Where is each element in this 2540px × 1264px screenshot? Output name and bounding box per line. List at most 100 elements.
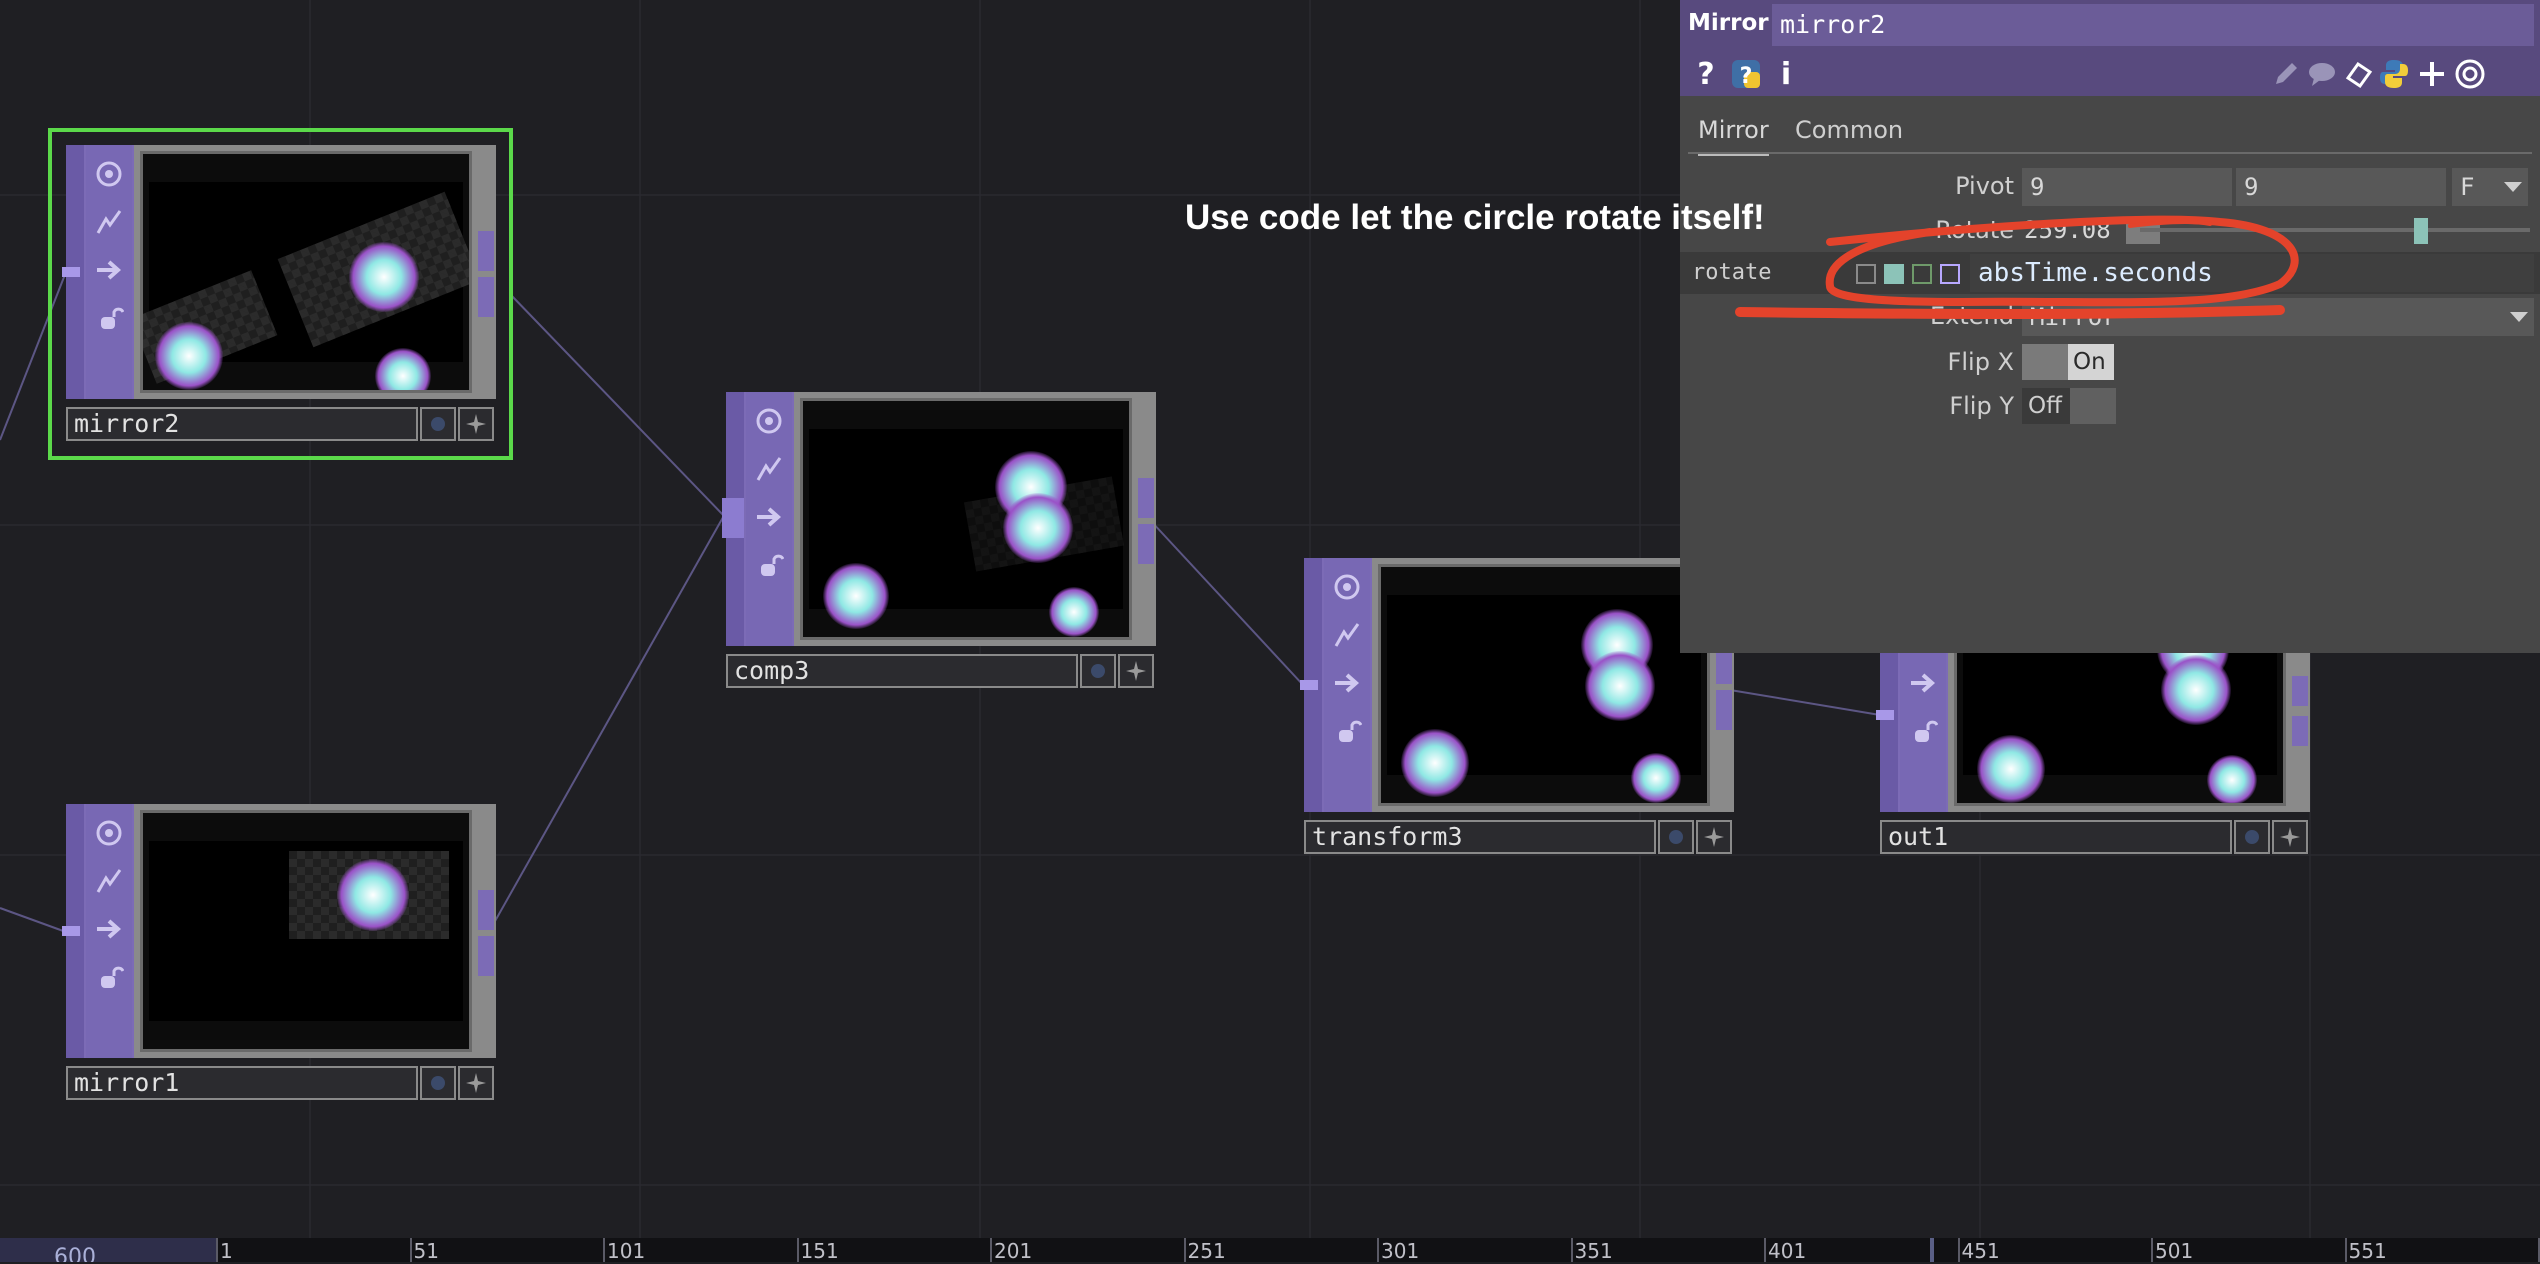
parameter-panel: Mirror mirror2 ? ? i Mirror Common Pivot… (1680, 0, 2540, 653)
viewer-icon[interactable] (88, 153, 130, 195)
lock-icon[interactable] (88, 297, 130, 339)
node-name[interactable]: comp3 (726, 654, 1078, 688)
pivot-y-field[interactable]: 9 (2236, 168, 2446, 206)
python-icon[interactable] (2376, 56, 2412, 92)
node-viewer (1378, 564, 1710, 806)
rotate-expression-label: rotate (1692, 260, 1772, 285)
node-name[interactable]: out1 (1880, 820, 2232, 854)
rotate-value[interactable]: 259.08 (2024, 214, 2124, 246)
export-arrow-icon[interactable] (88, 908, 130, 950)
clipboard-icon[interactable] (2340, 56, 2376, 92)
output-column (476, 804, 496, 1058)
cook-icon[interactable] (748, 448, 790, 490)
viewer-icon[interactable] (748, 400, 790, 442)
flip-y-toggle-track[interactable] (2070, 388, 2116, 424)
export-arrow-icon[interactable] (1902, 662, 1944, 704)
timeline-tick: 151 (796, 1238, 839, 1263)
export-arrow-icon[interactable] (88, 249, 130, 291)
output-connector[interactable] (1716, 690, 1732, 730)
viewer-target-icon[interactable] (2452, 56, 2488, 92)
input-connector[interactable] (722, 498, 744, 538)
render-flag-icon[interactable] (458, 407, 494, 441)
export-mode-icon[interactable] (1912, 264, 1932, 284)
export-arrow-icon[interactable] (748, 496, 790, 538)
node-viewer (140, 810, 472, 1052)
display-flag-dot[interactable] (1658, 820, 1694, 854)
render-flag-icon[interactable] (2272, 820, 2308, 854)
input-connector[interactable] (62, 267, 80, 277)
node-mirror1[interactable]: mirror1 (62, 804, 496, 1100)
tab-common[interactable]: Common (1795, 116, 1903, 152)
output-connector[interactable] (2292, 716, 2308, 746)
export-arrow-icon[interactable] (1326, 662, 1368, 704)
python-help-icon[interactable]: ? (1728, 56, 1764, 92)
lock-icon[interactable] (1326, 710, 1368, 752)
comment-icon[interactable] (2304, 56, 2340, 92)
panel-header: Mirror mirror2 (1680, 0, 2540, 52)
expression-mode-icon[interactable] (1884, 264, 1904, 284)
pivot-x-field[interactable]: 9 (2022, 168, 2232, 206)
pivot-unit-value: F (2460, 173, 2475, 201)
display-flag-dot[interactable] (420, 1066, 456, 1100)
add-icon[interactable] (2414, 56, 2450, 92)
node-name[interactable]: mirror2 (66, 407, 418, 441)
constant-mode-icon[interactable] (1856, 264, 1876, 284)
output-connector[interactable] (1138, 478, 1154, 518)
annotation-text: Use code let the circle rotate itself! (1185, 198, 1765, 237)
node-transform3[interactable]: transform3 (1300, 558, 1734, 854)
render-flag-icon[interactable] (1696, 820, 1732, 854)
tab-mirror[interactable]: Mirror (1698, 116, 1769, 156)
cook-icon[interactable] (88, 201, 130, 243)
node-name[interactable]: mirror1 (66, 1066, 418, 1100)
display-flag-dot[interactable] (2234, 820, 2270, 854)
timeline-bar: 600 151101151201251301351401451501551600 (0, 1238, 2540, 1263)
timeline-tick: 251 (1183, 1238, 1226, 1263)
flip-y-toggle[interactable]: Off (2022, 388, 2070, 424)
display-flag-dot[interactable] (420, 407, 456, 441)
help-button[interactable]: ? (1688, 56, 1724, 92)
viewer-icon[interactable] (1326, 566, 1368, 608)
output-connector[interactable] (478, 277, 494, 317)
bind-mode-icon[interactable] (1940, 264, 1960, 284)
edit-pencil-icon[interactable] (2268, 56, 2304, 92)
display-flag-dot[interactable] (1080, 654, 1116, 688)
rotate-slider[interactable] (2140, 228, 2530, 232)
output-column (476, 145, 496, 399)
extend-value: Mirror (2030, 303, 2117, 331)
cook-icon[interactable] (88, 860, 130, 902)
input-connector[interactable] (1876, 710, 1894, 720)
output-connector[interactable] (2292, 676, 2308, 706)
lock-icon[interactable] (88, 956, 130, 998)
timeline-tick: 501 (2151, 1238, 2193, 1263)
flip-x-toggle-track[interactable] (2022, 344, 2068, 380)
output-connector[interactable] (478, 231, 494, 271)
render-flag-icon[interactable] (1118, 654, 1154, 688)
flip-x-toggle[interactable]: On (2068, 344, 2114, 380)
node-viewer (140, 151, 472, 393)
timeline-ruler[interactable]: 151101151201251301351401451501551600 (216, 1238, 2540, 1263)
output-connector[interactable] (478, 936, 494, 976)
info-button[interactable]: i (1768, 56, 1804, 92)
cook-icon[interactable] (1326, 614, 1368, 656)
lock-icon[interactable] (1902, 710, 1944, 752)
node-viewer (800, 398, 1132, 640)
node-comp3[interactable]: comp3 (722, 392, 1156, 688)
output-connector[interactable] (1138, 524, 1154, 564)
chevron-down-icon (2504, 182, 2522, 192)
viewer-icon[interactable] (88, 812, 130, 854)
chevron-down-icon (2510, 312, 2528, 322)
rotate-expression-field[interactable]: absTime.seconds (1970, 254, 2534, 292)
playhead[interactable] (1930, 1238, 1934, 1262)
node-mirror2[interactable]: mirror2 (62, 145, 496, 441)
rotate-slider-knob[interactable] (2413, 218, 2428, 244)
lock-icon[interactable] (748, 544, 790, 586)
input-connector[interactable] (62, 926, 80, 936)
render-flag-icon[interactable] (458, 1066, 494, 1100)
operator-name-field[interactable]: mirror2 (1772, 4, 2534, 46)
input-connector[interactable] (1300, 680, 1318, 690)
output-connector[interactable] (478, 890, 494, 930)
parameter-tabs: Mirror Common (1680, 96, 2540, 158)
extend-dropdown[interactable]: Mirror (2022, 298, 2534, 336)
node-name[interactable]: transform3 (1304, 820, 1656, 854)
current-frame[interactable]: 600 (0, 1238, 216, 1262)
